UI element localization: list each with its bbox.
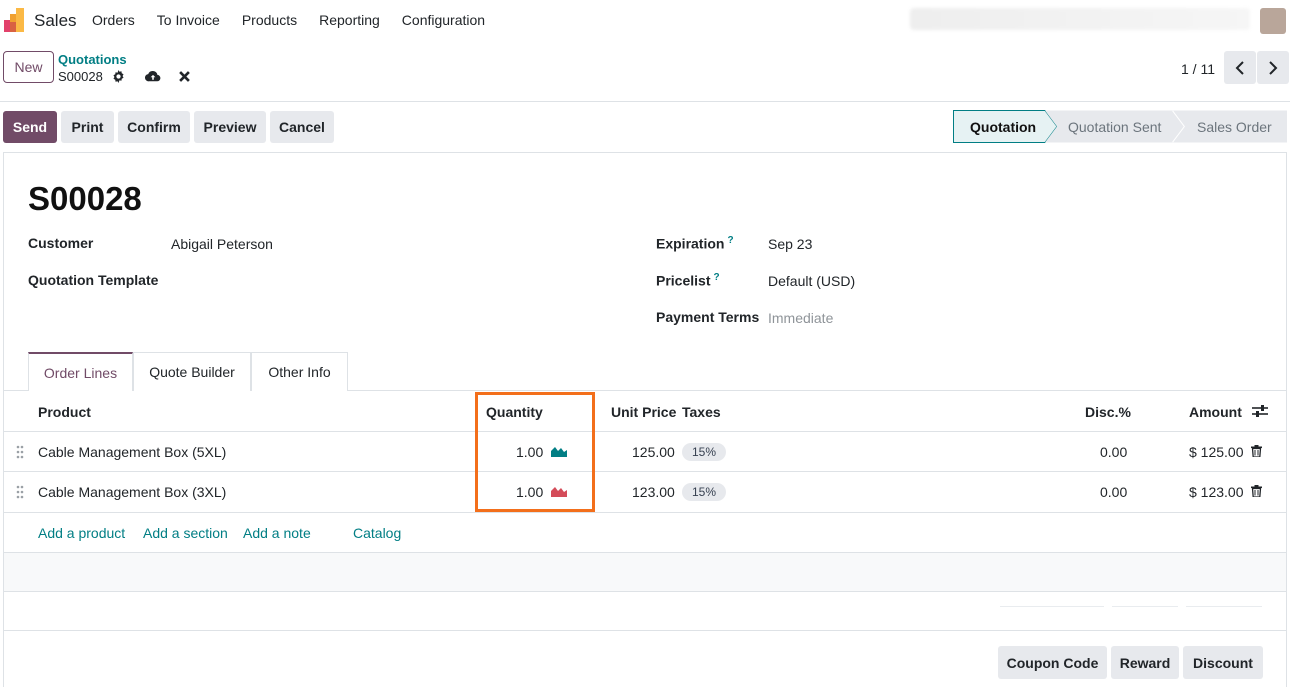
menu-products[interactable]: Products <box>242 12 297 28</box>
app-name[interactable]: Sales <box>34 11 77 31</box>
pager-next-button[interactable] <box>1257 51 1289 84</box>
customer-label: Customer <box>28 235 94 251</box>
column-taxes[interactable]: Taxes <box>682 404 721 420</box>
status-bar: Quotation Quotation Sent Sales Order <box>953 110 1287 143</box>
menu-configuration[interactable]: Configuration <box>402 12 485 28</box>
new-button[interactable]: New <box>3 51 54 83</box>
status-quotation[interactable]: Quotation <box>970 110 1036 143</box>
row-divider <box>4 512 1286 513</box>
column-disc[interactable]: Disc.% <box>1085 404 1131 420</box>
row-quantity[interactable]: 1.00 <box>516 444 543 460</box>
quotation-template-label: Quotation Template <box>28 272 159 288</box>
table-footer <box>4 553 1286 591</box>
footer-divider <box>4 591 1286 592</box>
column-unit-price[interactable]: Unit Price <box>611 404 676 420</box>
catalog-link[interactable]: Catalog <box>353 525 401 541</box>
page-title: S00028 <box>28 180 142 217</box>
print-button[interactable]: Print <box>61 111 114 143</box>
user-avatar[interactable] <box>1260 8 1286 34</box>
menu-orders[interactable]: Orders <box>92 12 135 28</box>
add-note-link[interactable]: Add a note <box>243 525 311 541</box>
column-amount[interactable]: Amount <box>1189 404 1242 420</box>
tax-badge[interactable]: 15% <box>682 443 727 461</box>
help-icon[interactable]: ? <box>727 235 733 246</box>
cancel-button[interactable]: Cancel <box>270 111 334 143</box>
row-disc[interactable]: 0.00 <box>1100 484 1127 500</box>
drag-handle-icon[interactable] <box>16 445 24 459</box>
chevron-left-icon <box>1235 60 1244 75</box>
top-navbar: Sales Orders To Invoice Products Reporti… <box>0 0 1290 42</box>
divider <box>1186 606 1262 607</box>
breadcrumb: S00028 <box>58 68 193 84</box>
record-name: S00028 <box>58 68 103 84</box>
optional-columns-icon[interactable] <box>1252 404 1268 418</box>
preview-button[interactable]: Preview <box>194 111 266 143</box>
section-divider <box>4 630 1286 631</box>
quotation-template-field[interactable] <box>171 270 591 292</box>
add-section-link[interactable]: Add a section <box>143 525 228 541</box>
pricelist-label: Pricelist? <box>656 272 720 289</box>
expiration-field[interactable]: Sep 23 <box>768 236 812 252</box>
pricelist-field[interactable]: Default (USD) <box>768 273 855 289</box>
trash-icon[interactable] <box>1251 445 1262 457</box>
menu-reporting[interactable]: Reporting <box>319 12 380 28</box>
row-disc[interactable]: 0.00 <box>1100 444 1127 460</box>
column-product[interactable]: Product <box>38 404 91 420</box>
tab-other-info[interactable]: Other Info <box>251 352 348 391</box>
reward-button[interactable]: Reward <box>1111 646 1179 679</box>
status-quotation-sent[interactable]: Quotation Sent <box>1068 110 1161 143</box>
divider <box>1000 606 1104 607</box>
sales-app-icon[interactable] <box>4 8 26 32</box>
tab-order-lines[interactable]: Order Lines <box>28 352 133 391</box>
row-unit-price[interactable]: 123.00 <box>632 484 675 500</box>
row-amount: $ 125.00 <box>1189 444 1244 460</box>
tax-badge[interactable]: 15% <box>682 483 727 501</box>
coupon-code-button[interactable]: Coupon Code <box>998 646 1107 679</box>
row-product[interactable]: Cable Management Box (5XL) <box>38 444 226 460</box>
column-quantity[interactable]: Quantity <box>486 404 543 420</box>
expiration-label: Expiration? <box>656 235 734 252</box>
forecast-chart-icon[interactable] <box>551 445 567 457</box>
payment-terms-field[interactable]: Immediate <box>768 310 833 326</box>
customer-field[interactable]: Abigail Peterson <box>171 236 273 252</box>
trash-icon[interactable] <box>1251 485 1262 497</box>
divider <box>1112 606 1178 607</box>
row-unit-price[interactable]: 125.00 <box>632 444 675 460</box>
row-amount: $ 123.00 <box>1189 484 1244 500</box>
pager-previous-button[interactable] <box>1224 51 1256 84</box>
payment-terms-label: Payment Terms <box>656 309 760 325</box>
help-icon[interactable]: ? <box>713 272 719 283</box>
send-button[interactable]: Send <box>3 111 57 143</box>
menu-to-invoice[interactable]: To Invoice <box>157 12 220 28</box>
drag-handle-icon[interactable] <box>16 485 24 499</box>
pager-value[interactable]: 1 / 11 <box>1181 61 1215 77</box>
control-panel-divider <box>0 101 1290 102</box>
cloud-upload-icon[interactable] <box>144 68 161 84</box>
close-icon[interactable] <box>177 68 193 84</box>
row-product[interactable]: Cable Management Box (3XL) <box>38 484 226 500</box>
discount-button[interactable]: Discount <box>1183 646 1263 679</box>
breadcrumb-quotations[interactable]: Quotations <box>58 52 127 67</box>
main-menu: Orders To Invoice Products Reporting Con… <box>92 12 507 28</box>
systray-blurred <box>910 8 1250 30</box>
status-sales-order[interactable]: Sales Order <box>1197 110 1272 143</box>
gear-icon[interactable] <box>111 68 127 84</box>
confirm-button[interactable]: Confirm <box>118 111 190 143</box>
chevron-right-icon <box>1269 60 1278 75</box>
add-product-link[interactable]: Add a product <box>38 525 125 541</box>
tab-quote-builder[interactable]: Quote Builder <box>133 352 251 391</box>
forecast-chart-icon[interactable] <box>551 485 567 497</box>
row-quantity[interactable]: 1.00 <box>516 484 543 500</box>
